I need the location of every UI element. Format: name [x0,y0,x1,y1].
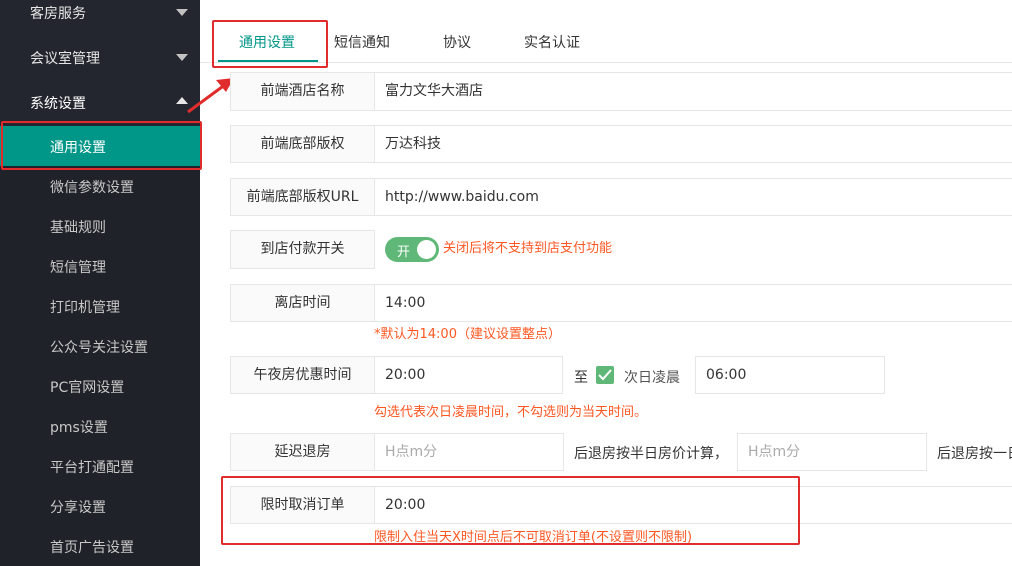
copyright-input[interactable]: 万达科技 [374,125,1012,163]
midnight-hint: 勾选代表次日凌晨时间，不勾选则为当天时间。 [374,405,648,420]
sidebar-item-room-service[interactable]: 客房服务 [0,0,200,35]
sidebar-subitem-label: 平台打通配置 [50,460,134,476]
toggle-on-text: 开 [397,245,411,260]
sidebar-subitem-label: 基础规则 [50,220,106,236]
tab-real-name[interactable]: 实名认证 [524,32,580,52]
sidebar-subitem-label: PC官网设置 [50,380,125,396]
hotel-name-input[interactable]: 富力文华大酒店 [374,72,1012,111]
late-checkout-full-input[interactable]: H点m分 [737,433,927,471]
sidebar-item-label: 客房服务 [30,6,86,22]
late-checkout-half-text: 后退房按半日房价计算， [574,446,728,462]
sidebar-subitem-label: 分享设置 [50,500,106,516]
checkout-time-hint: *默认为14:00（建议设置整点） [374,327,561,342]
sidebar-subitem-platform[interactable]: 平台打通配置 [0,446,200,486]
sidebar: 客房服务 会议室管理 系统设置 通用设置 微信参数设置 基础规则 短信管理 打印… [0,0,200,566]
highlight-box-cancel [221,476,800,545]
highlight-box-sidebar [1,121,202,170]
sidebar-item-label: 会议室管理 [30,51,100,67]
copyright-url-input[interactable]: http://www.baidu.com [374,178,1012,216]
sidebar-subitem-wechat-params[interactable]: 微信参数设置 [0,166,200,206]
sidebar-subitem-sms[interactable]: 短信管理 [0,246,200,286]
pay-on-arrival-toggle[interactable]: 开 [385,237,439,262]
hotel-name-label: 前端酒店名称 [230,72,375,111]
tab-agreement[interactable]: 协议 [443,32,471,52]
copyright-url-label: 前端底部版权URL [230,178,375,216]
sidebar-subitem-official-account[interactable]: 公众号关注设置 [0,326,200,366]
chevron-down-icon [176,54,188,61]
sidebar-subitem-label: 微信参数设置 [50,180,134,196]
tab-sms-notice[interactable]: 短信通知 [334,32,390,52]
midnight-end-input[interactable]: 06:00 [695,356,885,394]
check-icon [598,369,612,381]
pay-on-arrival-hint: 关闭后将不支持到店支付功能 [443,241,613,256]
highlight-box-tab [212,20,328,68]
sidebar-subitem-label: 短信管理 [50,260,106,276]
late-checkout-label: 延迟退房 [230,433,375,471]
late-checkout-full-text: 后退房按一日 [937,446,1012,462]
pay-on-arrival-label: 到店付款开关 [230,230,375,269]
sidebar-subitem-label: pms设置 [50,420,108,436]
sidebar-item-meeting-room[interactable]: 会议室管理 [0,35,200,80]
sidebar-item-label: 系统设置 [30,96,86,112]
sidebar-subitem-home-ads[interactable]: 首页广告设置 [0,526,200,566]
next-day-checkbox[interactable] [596,366,614,384]
sidebar-subitem-label: 公众号关注设置 [50,340,148,356]
checkout-time-input[interactable]: 14:00 [374,284,1012,322]
sidebar-item-system-settings[interactable]: 系统设置 [0,80,200,125]
midnight-to-text: 至 [574,370,588,386]
copyright-label: 前端底部版权 [230,125,375,163]
sidebar-subitem-label: 打印机管理 [50,300,120,316]
midnight-start-input[interactable]: 20:00 [374,356,563,394]
late-checkout-half-input[interactable]: H点m分 [374,433,564,471]
sidebar-subitem-label: 首页广告设置 [50,540,134,556]
next-day-label: 次日凌晨 [624,370,680,386]
midnight-label: 午夜房优惠时间 [230,356,375,394]
checkout-time-label: 离店时间 [230,284,375,322]
sidebar-subitem-pms[interactable]: pms设置 [0,406,200,446]
sidebar-subitem-basic-rules[interactable]: 基础规则 [0,206,200,246]
toggle-knob [417,240,436,259]
sidebar-subitem-pc-website[interactable]: PC官网设置 [0,366,200,406]
chevron-down-icon [176,9,188,16]
sidebar-subitem-printer[interactable]: 打印机管理 [0,286,200,326]
sidebar-subitem-share[interactable]: 分享设置 [0,486,200,526]
